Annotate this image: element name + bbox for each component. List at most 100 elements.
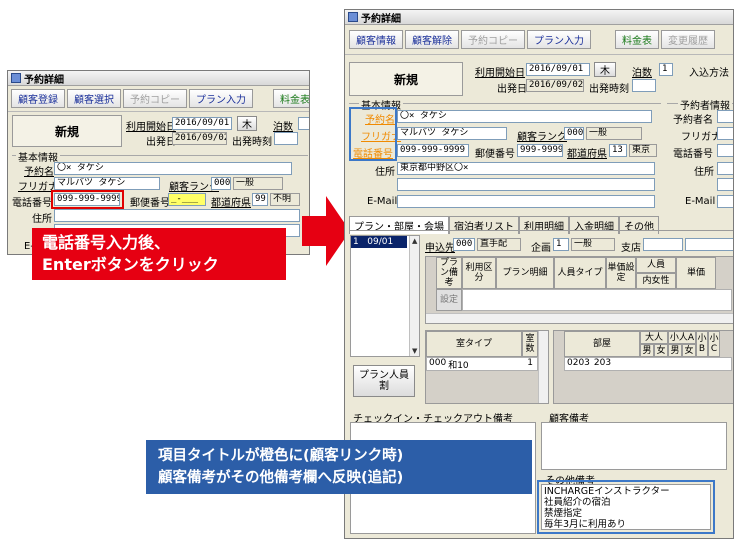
room-grid-header: 女 [682,344,696,357]
plan-input-button[interactable]: プラン入力 [527,30,591,49]
transition-arrow-icon [302,196,350,266]
plan-person-split-label: プラン人員割 [359,370,409,392]
project-code-field[interactable]: 1 [553,238,569,251]
blue-callout: 項目タイトルが橙色に(顧客リンク時) 顧客備考がその他備考欄へ反映(追記) [146,440,532,494]
left-zip-label: 郵便番号 [130,198,170,209]
left-toolbar: 顧客登録 顧客選択 予約コピー プラン入力 料金表 [8,86,309,112]
plan-input-button[interactable]: プラン入力 [189,89,253,108]
left-address-field[interactable] [54,209,300,222]
right-pref-code-field[interactable]: 13 [609,144,627,157]
plan-grid-header: 内女性 [636,273,676,289]
room-grid-header: 室数 [522,331,538,357]
left-rank-name-field: 一般 [233,177,283,190]
booker-kana-field[interactable] [717,127,733,140]
left-nights-label: 泊数 [273,122,293,133]
plan-grid-header: 人員 [636,257,676,273]
customer-register-button[interactable]: 顧客登録 [11,89,65,108]
orange-labels-highlight [349,107,397,161]
right-kana-field[interactable]: マルバツ タケシ [397,127,507,140]
left-pref-label: 都道府県 [211,198,251,209]
left-window-title: 予約詳細 [24,74,64,86]
other-notes-highlight [537,480,715,534]
price-table-button[interactable]: 料金表 [273,89,309,108]
left-zip-field[interactable]: _-___ [168,193,206,206]
booker-address-field[interactable] [717,162,733,175]
booker-name-field[interactable] [717,110,733,123]
right-zip-field[interactable]: 999-9999 [517,144,563,157]
left-pref-name-field: 不明 [270,193,300,206]
room-row[interactable]: 000 和10 1 [426,357,538,371]
right-rank-code-field[interactable]: 000 [564,127,584,140]
left-titlebar: 予約詳細 [8,71,309,86]
branch-label: 支店 [621,243,641,254]
right-rank-label: 顧客ランク [517,132,567,143]
booker-kana-label: フリガナ [681,132,721,143]
right-status-text: 新規 [393,72,418,87]
customer-info-button[interactable]: 顧客情報 [349,30,403,49]
right-phone-field[interactable]: 099-999-9999 [397,144,469,157]
left-rank-code-field[interactable]: 000 [211,177,231,190]
plan-grid-hscroll[interactable] [426,313,733,323]
plan-grid-header: プラン明細 [496,257,554,289]
customer-unlink-button[interactable]: 顧客解除 [405,30,459,49]
right-nights-label: 泊数 [632,68,652,79]
branch-name-field[interactable] [685,238,733,251]
booker-phone-field[interactable] [717,144,733,157]
plan-person-split-button[interactable]: プラン人員割 [353,365,415,397]
room-grid-scrollbar[interactable] [538,331,548,403]
left-pref-code-field[interactable]: 99 [252,193,268,206]
left-status-text: 新規 [54,124,79,139]
left-weekday-box: 木 [237,116,257,131]
plan-row-cells[interactable] [462,289,732,311]
right-start-date-field[interactable]: 2016/09/01 [526,63,590,76]
copy-reservation-button[interactable]: 予約コピー [461,30,525,49]
branch-code-field[interactable] [643,238,683,251]
right-pref-name-field: 東京 [629,144,657,157]
right-zip-label: 郵便番号 [475,149,515,160]
copy-reservation-button[interactable]: 予約コピー [123,89,187,108]
plan-grid-header: 単価設定 [606,257,636,289]
left-nights-field[interactable] [298,117,309,130]
right-address2-field[interactable] [397,178,655,191]
right-address-field[interactable]: 東京都中野区〇× [397,162,655,175]
plan-grid-header: プラン備考 [436,257,462,289]
red-callout: 電話番号入力後、 Enterボタンをクリック [32,228,286,280]
room-grid-header: 小B [696,331,708,357]
booker-address2-field[interactable] [717,178,733,191]
project-label: 企画 [531,243,551,254]
right-weekday-box: 木 [594,62,616,77]
room-type-code: 000 [429,358,447,368]
date-list-scrollbar[interactable]: ▲ ▼ [409,236,419,356]
date-list-item[interactable]: 1 09/01 [351,236,407,248]
right-start-date-label: 利用開始日 [475,68,525,79]
red-callout-line1: 電話番号入力後、 [42,233,171,252]
left-start-date-field[interactable]: 2016/09/01 [172,117,232,130]
left-depart-time-field[interactable] [274,132,298,145]
date-list[interactable]: 1 09/01 ▲ ▼ [350,235,420,357]
plan-grid-header: 人員タイプ [554,257,606,289]
booker-email-field[interactable] [717,195,733,208]
room-code: 0203 [567,358,590,368]
left-status-box: 新規 [12,115,122,147]
right-name-field[interactable]: 〇× タケシ [397,110,652,123]
change-history-button[interactable]: 変更履歴 [661,30,715,49]
room-assign-row[interactable]: 0203 203 [564,357,732,371]
room-grid-header: 大人 [640,331,668,344]
right-depart-label: 出発日 [497,84,527,95]
right-toolbar: 顧客情報 顧客解除 予約コピー プラン入力 料金表 変更履歴 [345,25,733,55]
price-table-button[interactable]: 料金表 [615,30,659,49]
application-code-field[interactable]: 000 [453,238,475,251]
customer-notes-field[interactable] [541,422,727,470]
left-name-field[interactable]: 〇× タケシ [54,162,292,175]
customer-select-button[interactable]: 顧客選択 [67,89,121,108]
right-email-field[interactable] [397,195,655,208]
room-grid-header: 男 [668,344,682,357]
left-address-label: 住所 [32,214,52,225]
booker-name-label: 予約者名 [673,115,713,126]
left-kana-field[interactable]: マルバツ タケシ [54,177,160,190]
right-depart-time-field[interactable] [632,79,656,92]
room-grid-header: 小C [708,331,720,357]
right-nights-field[interactable]: 1 [659,63,673,76]
left-phone-label: 電話番号 [12,198,52,209]
left-name-label: 予約名 [24,167,54,178]
